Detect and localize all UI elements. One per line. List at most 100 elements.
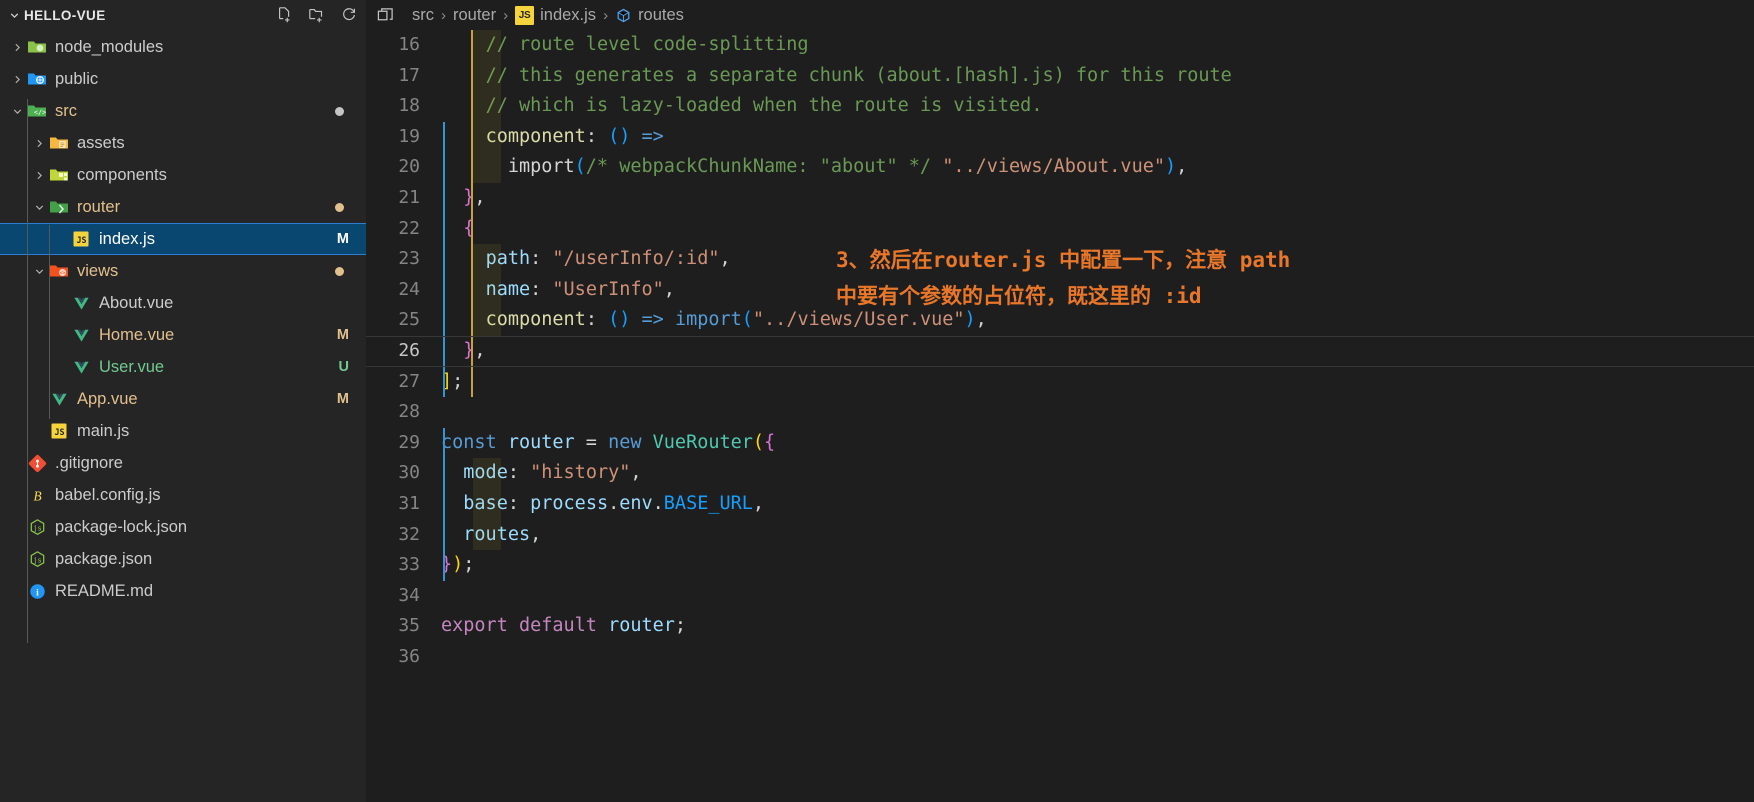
- scope-highlight: [473, 30, 501, 183]
- line-number: 29: [398, 431, 420, 453]
- code-line-18[interactable]: 18 // which is lazy-loaded when the rout…: [366, 91, 1754, 122]
- code-line-19[interactable]: 19 component: () =>: [366, 122, 1754, 153]
- tree-item-home-vue[interactable]: Home.vue M: [0, 319, 366, 351]
- breadcrumb: src › router › JS index.js › routes: [366, 0, 1754, 30]
- tree-item-label: User.vue: [99, 357, 165, 376]
- tree-item-main-js[interactable]: JS main.js: [0, 415, 366, 447]
- tree-item-label: App.vue: [77, 389, 138, 408]
- chevron-right-icon[interactable]: [8, 41, 26, 54]
- chevron-right-icon[interactable]: [8, 73, 26, 86]
- line-number: 23: [398, 248, 420, 270]
- code-line-22[interactable]: 22 {: [366, 214, 1754, 245]
- breadcrumb-separator: ›: [441, 6, 446, 24]
- line-number: 33: [398, 554, 420, 576]
- tree-item-package-lock-json[interactable]: js package-lock.json: [0, 511, 366, 543]
- tree-item-user-vue[interactable]: User.vue U: [0, 351, 366, 383]
- breadcrumb-item-routes[interactable]: routes: [615, 6, 684, 25]
- active-indent-guide: [443, 427, 445, 581]
- code-token: env: [619, 492, 653, 514]
- svg-text:B: B: [33, 488, 41, 503]
- tree-item-public[interactable]: public: [0, 63, 366, 95]
- breadcrumb-label: src: [412, 5, 434, 24]
- chevron-right-icon[interactable]: [30, 169, 48, 182]
- code-line-33[interactable]: 33});: [366, 550, 1754, 581]
- tree-item-label: components: [77, 165, 167, 184]
- breadcrumb-item-index-js[interactable]: JS index.js: [515, 5, 596, 25]
- new-file-icon[interactable]: [275, 6, 294, 25]
- line-number: 20: [398, 156, 420, 178]
- code-line-31[interactable]: 31 base: process.env.BASE_URL,: [366, 489, 1754, 520]
- tree-item-label: package-lock.json: [55, 517, 188, 536]
- code-token: /* webpackChunkName: "about" */: [585, 156, 932, 178]
- chevron-down-icon[interactable]: [30, 265, 48, 278]
- new-folder-icon[interactable]: [307, 6, 326, 25]
- code-line-34[interactable]: 34: [366, 581, 1754, 612]
- breadcrumb-item-src[interactable]: src: [412, 6, 434, 25]
- tree-item-label: public: [55, 69, 99, 88]
- refresh-icon[interactable]: [339, 6, 358, 25]
- code-token: ,: [1176, 156, 1188, 178]
- code-line-29[interactable]: 29 const router = new VueRouter({: [366, 428, 1754, 459]
- line-number: 35: [398, 615, 420, 637]
- code-token: import: [507, 156, 575, 178]
- code-line-26[interactable]: 26 },: [366, 336, 1754, 367]
- code-token: process: [530, 492, 609, 514]
- tree-item-src[interactable]: </> src: [0, 95, 366, 127]
- tree-item-views[interactable]: <> views: [0, 255, 366, 287]
- tree-item-router[interactable]: router: [0, 191, 366, 223]
- code-line-24[interactable]: 24 name: "UserInfo",: [366, 275, 1754, 306]
- code-token: "history": [530, 462, 631, 484]
- line-number: 27: [398, 370, 420, 392]
- code-line-25[interactable]: 25 component: () => import("../views/Use…: [366, 305, 1754, 336]
- code-text: component: () => import("../views/User.v…: [438, 305, 987, 336]
- split-editor-icon[interactable]: [372, 7, 398, 24]
- tree-item-label: babel.config.js: [55, 485, 161, 504]
- chevron-down-icon[interactable]: [8, 105, 26, 118]
- modified-dot-indicator: [335, 266, 344, 276]
- tree-item-readme-md[interactable]: i README.md: [0, 575, 366, 607]
- tree-item-babel-config-js[interactable]: Bbabel.config.js: [0, 479, 366, 511]
- code-line-28[interactable]: 28: [366, 397, 1754, 428]
- code-text: // this generates a separate chunk (abou…: [438, 61, 1232, 92]
- code-token: :: [530, 278, 553, 300]
- code-editor[interactable]: 16 // route level code-splitting 17 // th…: [366, 30, 1754, 802]
- tree-item-node-modules[interactable]: node_modules: [0, 31, 366, 63]
- code-line-35[interactable]: 35 export default router;: [366, 611, 1754, 642]
- code-line-21[interactable]: 21 },: [366, 183, 1754, 214]
- breadcrumb-item-router[interactable]: router: [453, 6, 496, 25]
- chevron-down-icon[interactable]: [6, 7, 22, 23]
- tree-item-index-js[interactable]: JS index.js M: [0, 223, 366, 255]
- tree-item--gitignore[interactable]: .gitignore: [0, 447, 366, 479]
- code-line-20[interactable]: 20 import(/* webpackChunkName: "about" *…: [366, 152, 1754, 183]
- tree-item-components[interactable]: components: [0, 159, 366, 191]
- code-line-23[interactable]: 23 path: "/userInfo/:id",: [366, 244, 1754, 275]
- code-token: const: [441, 431, 497, 453]
- code-text: },: [438, 336, 485, 367]
- line-number: 18: [398, 95, 420, 117]
- code-text: // which is lazy-loaded when the route i…: [438, 91, 1043, 122]
- code-line-32[interactable]: 32 routes,: [366, 520, 1754, 551]
- code-line-36[interactable]: 36: [366, 642, 1754, 673]
- git-status-badge: M: [336, 231, 349, 247]
- folder-public-icon: [26, 69, 48, 89]
- line-number: 24: [398, 278, 420, 300]
- code-line-17[interactable]: 17 // this generates a separate chunk (a…: [366, 61, 1754, 92]
- modified-dot-indicator: [335, 106, 344, 116]
- tree-item-app-vue[interactable]: App.vue M: [0, 383, 366, 415]
- chevron-right-icon[interactable]: [30, 137, 48, 150]
- svg-text:JS: JS: [54, 427, 64, 437]
- tree-indent-guide: [27, 99, 28, 643]
- tree-item-about-vue[interactable]: About.vue: [0, 287, 366, 319]
- code-line-16[interactable]: 16 // route level code-splitting: [366, 30, 1754, 61]
- tree-item-assets[interactable]: assets: [0, 127, 366, 159]
- code-token: ,: [663, 278, 675, 300]
- tree-item-package-json[interactable]: js package.json: [0, 543, 366, 575]
- code-token: :: [585, 309, 609, 331]
- code-line-27[interactable]: 27];: [366, 367, 1754, 398]
- line-number: 34: [398, 584, 420, 606]
- code-line-30[interactable]: 30 mode: "history",: [366, 458, 1754, 489]
- chevron-down-icon[interactable]: [30, 201, 48, 214]
